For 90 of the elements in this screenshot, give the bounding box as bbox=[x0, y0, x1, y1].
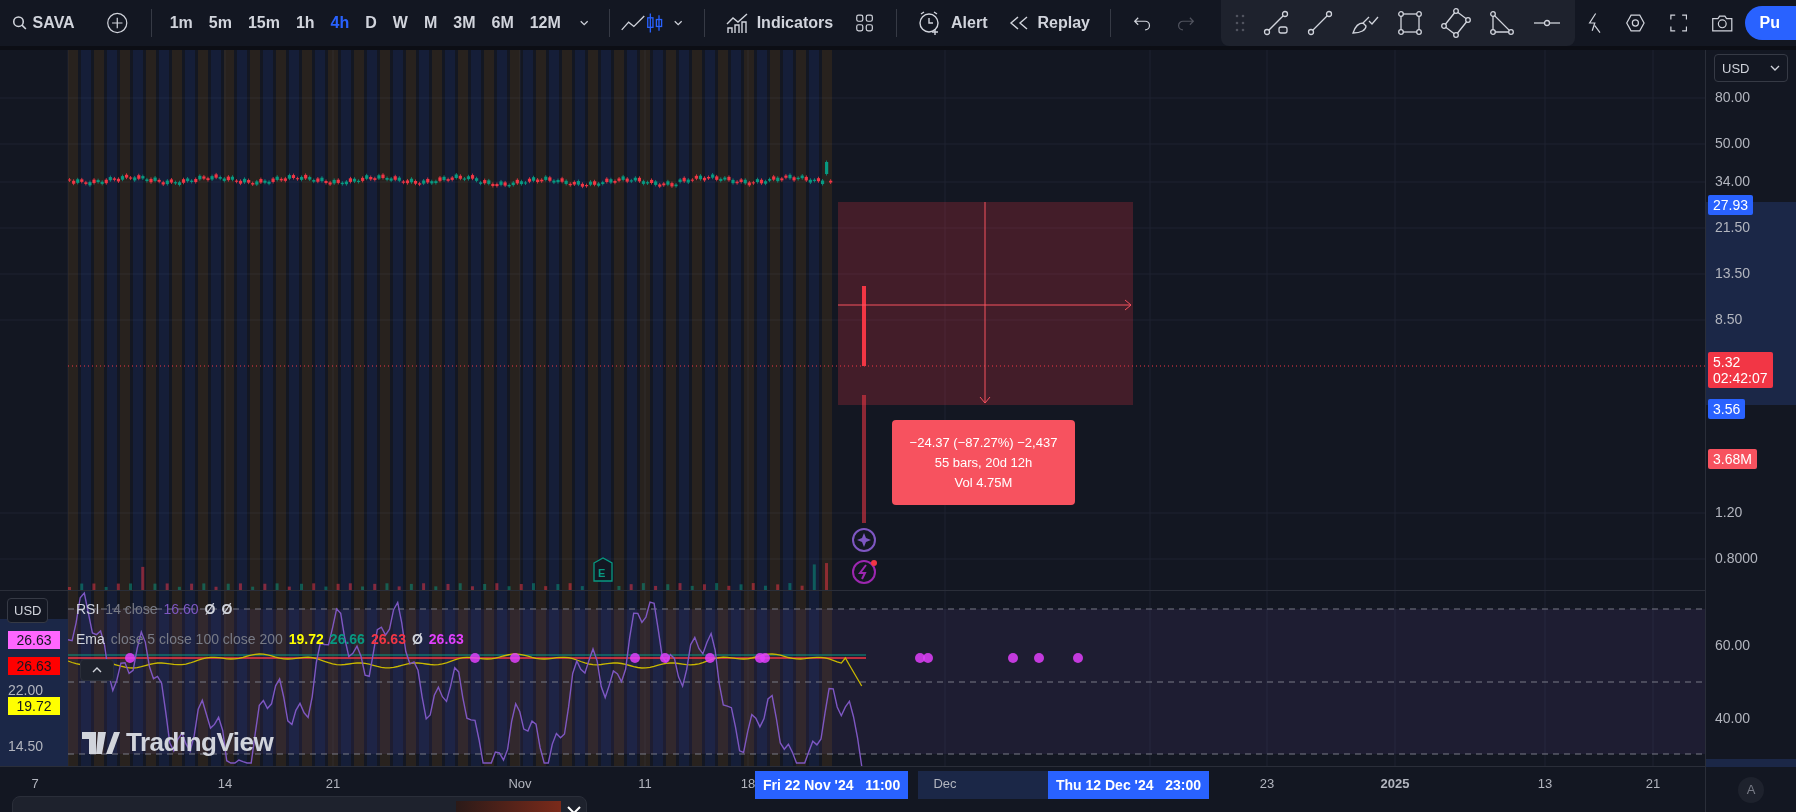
trend-line-icon[interactable] bbox=[1262, 10, 1289, 36]
time-label: 14 bbox=[217, 776, 233, 791]
add-symbol-icon[interactable] bbox=[106, 10, 129, 36]
alert-button[interactable]: Alert bbox=[907, 6, 998, 40]
price-label: 8.50 bbox=[1715, 311, 1743, 327]
time-label: Dec bbox=[933, 776, 957, 791]
rewind-icon bbox=[1007, 15, 1030, 31]
indicator-value: Ø bbox=[411, 631, 423, 647]
logo-icon bbox=[82, 731, 120, 754]
time-label: 18 bbox=[740, 776, 756, 791]
triangle-icon[interactable] bbox=[1488, 10, 1515, 36]
interval-button[interactable]: 15m bbox=[242, 4, 285, 42]
measure-text: Vol 4.75M bbox=[954, 475, 1013, 490]
price-label: 34.00 bbox=[1715, 173, 1751, 189]
indicator-value: Ø bbox=[221, 601, 233, 617]
price-label: 13.50 bbox=[1715, 265, 1751, 281]
interval-button[interactable]: D bbox=[360, 4, 382, 42]
indicator-value: Ø bbox=[204, 601, 216, 617]
chevron-up-icon bbox=[91, 666, 103, 674]
price-label: 1.20 bbox=[1715, 504, 1743, 520]
chevron-down-icon[interactable] bbox=[578, 19, 590, 27]
interval-button[interactable]: 1m bbox=[164, 4, 198, 42]
replay-button[interactable]: Replay bbox=[997, 10, 1100, 36]
price-label: 50.00 bbox=[1715, 135, 1751, 151]
auto-scale-button[interactable]: A bbox=[1738, 776, 1764, 803]
undo-icon[interactable] bbox=[1132, 15, 1152, 31]
lightning-icon[interactable] bbox=[852, 560, 877, 584]
rectangle-icon[interactable] bbox=[1396, 10, 1423, 36]
time-label: 13 bbox=[1537, 776, 1553, 791]
search-icon[interactable] bbox=[12, 14, 28, 32]
price-label: 21.50 bbox=[1715, 219, 1751, 235]
currency-label[interactable]: USD bbox=[7, 598, 49, 623]
axis-label: 26.63 bbox=[8, 631, 60, 649]
price-tag-text: 3.68M bbox=[1713, 451, 1752, 467]
indicator-value: 16.60 bbox=[163, 601, 199, 617]
price-tag-text: 27.93 bbox=[1713, 197, 1749, 213]
indicator-name[interactable]: RSI bbox=[76, 601, 100, 617]
camera-icon[interactable] bbox=[1710, 12, 1734, 34]
interval-button[interactable]: 4h bbox=[325, 4, 355, 42]
chevron-down-icon bbox=[1770, 65, 1780, 71]
indicators-button[interactable]: Indicators bbox=[714, 8, 844, 38]
collapse-button[interactable] bbox=[80, 659, 114, 681]
time-label: 21 bbox=[325, 776, 341, 791]
interval-button[interactable]: M bbox=[418, 4, 443, 42]
rsi-axis-label: 60.00 bbox=[1715, 637, 1751, 653]
time-label: 2025 bbox=[1380, 776, 1410, 791]
interval-button[interactable]: 12M bbox=[524, 4, 566, 42]
price-tag-text: 5.32 bbox=[1713, 354, 1742, 370]
time-label: 7 bbox=[31, 776, 39, 791]
drag-handle-icon[interactable] bbox=[1234, 13, 1245, 33]
time-label: 11 bbox=[638, 776, 652, 791]
time-label: 21 bbox=[1645, 776, 1661, 791]
interval-button[interactable]: W bbox=[387, 4, 413, 42]
time-label: 23 bbox=[1259, 776, 1275, 791]
countdown-text: 02:42:07 bbox=[1713, 370, 1768, 386]
axis-label: 26.63 bbox=[8, 657, 60, 675]
candlestick-icon[interactable] bbox=[646, 11, 664, 35]
interval-button[interactable]: 5m bbox=[203, 4, 237, 42]
line-icon[interactable] bbox=[1306, 10, 1333, 36]
measure-text: −24.37 (−87.27%) −2,437 bbox=[909, 435, 1058, 450]
publish-button[interactable]: Pu bbox=[1745, 6, 1796, 40]
axis-label: 22.00 bbox=[8, 681, 45, 699]
horizontal-line-icon[interactable] bbox=[1532, 18, 1561, 28]
interval-button[interactable]: 3M bbox=[448, 4, 481, 42]
interval-button[interactable]: 6M bbox=[486, 4, 519, 42]
axis-label: 14.50 bbox=[8, 737, 45, 755]
interval-button[interactable]: 1h bbox=[290, 4, 320, 42]
templates-grid-icon[interactable] bbox=[855, 12, 875, 34]
indicator-value: 26.63 bbox=[428, 631, 464, 647]
price-label: 0.8000 bbox=[1715, 550, 1758, 566]
time-range-label: Thu 12 Dec '24 23:00 bbox=[1048, 771, 1209, 799]
indicator-params: 14 close bbox=[105, 601, 158, 617]
line-chart-icon[interactable] bbox=[620, 13, 647, 33]
chevron-down-icon[interactable] bbox=[673, 19, 684, 27]
lightning-icon[interactable] bbox=[1586, 10, 1601, 36]
indicator-value: 19.72 bbox=[288, 631, 324, 647]
earnings-label: E bbox=[598, 567, 606, 579]
chart-bars-icon bbox=[724, 12, 749, 34]
price-label: 80.00 bbox=[1715, 89, 1751, 105]
measure-text: 55 bars, 20d 12h bbox=[934, 455, 1033, 470]
rsi-axis-label: 40.00 bbox=[1715, 710, 1751, 726]
time-range-label: Fri 22 Nov '24 11:00 bbox=[755, 771, 909, 799]
price-tag-text: 3.56 bbox=[1713, 401, 1741, 417]
symbol-search[interactable]: SAVA bbox=[32, 14, 107, 32]
indicator-value: 26.63 bbox=[370, 631, 406, 647]
time-label: Nov bbox=[508, 776, 532, 791]
fullscreen-icon[interactable] bbox=[1669, 13, 1687, 33]
sparkle-icon[interactable] bbox=[852, 528, 876, 552]
currency-dropdown[interactable]: USD bbox=[1714, 54, 1788, 82]
axis-label: 19.72 bbox=[8, 697, 60, 715]
